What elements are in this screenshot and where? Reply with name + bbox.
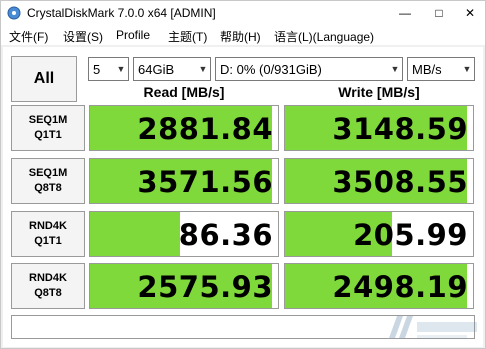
chevron-down-icon: ▼	[390, 64, 400, 74]
close-icon[interactable]: ✕	[453, 1, 486, 25]
test-size-select[interactable]: 64GiB ▼	[133, 57, 211, 81]
write-value: 3148.59	[332, 112, 468, 146]
test-count-select[interactable]: 5 ▼	[88, 57, 129, 81]
read-value: 2881.84	[137, 112, 273, 146]
read-value: 2575.93	[137, 270, 273, 304]
write-result-rnd4k-q1t1: 205.99	[284, 211, 474, 257]
read-result-seq1m-q1t1: 2881.84	[89, 105, 279, 151]
maximize-icon[interactable]: □	[422, 1, 456, 25]
menu-language[interactable]: 语言(L)(Language)	[274, 28, 374, 45]
test-label-line1: RND4K	[29, 220, 67, 232]
test-label-line2: Q8T8	[34, 182, 62, 194]
write-result-seq1m-q1t1: 3148.59	[284, 105, 474, 151]
chevron-down-icon: ▼	[198, 64, 208, 74]
test-label-line1: SEQ1M	[28, 167, 68, 179]
test-button-seq1m-q8t8[interactable]: SEQ1M Q8T8	[11, 158, 85, 204]
drive-value: D: 0% (0/931GiB)	[220, 61, 322, 77]
test-button-seq1m-q1t1[interactable]: SEQ1M Q1T1	[11, 105, 85, 151]
read-column-header: Read [MB/s]	[143, 84, 225, 100]
read-result-seq1m-q8t8: 3571.56	[89, 158, 279, 204]
read-result-rnd4k-q1t1: 86.36	[89, 211, 279, 257]
write-result-rnd4k-q8t8: 2498.19	[284, 263, 474, 309]
test-label-line2: Q8T8	[34, 287, 62, 299]
unit-value: MB/s	[412, 61, 442, 77]
menu-profile[interactable]: Profile	[116, 28, 150, 42]
unit-select[interactable]: MB/s ▼	[407, 57, 475, 81]
test-label-line1: RND4K	[29, 272, 67, 284]
read-value: 3571.56	[137, 165, 273, 199]
run-all-button[interactable]: All	[11, 56, 77, 102]
title-bar[interactable]: CrystalDiskMark 7.0.0 x64 [ADMIN] — □ ✕	[1, 1, 485, 25]
write-result-seq1m-q8t8: 3508.55	[284, 158, 474, 204]
write-value: 2498.19	[332, 270, 468, 304]
read-result-rnd4k-q8t8: 2575.93	[89, 263, 279, 309]
app-icon	[7, 6, 21, 20]
menu-help[interactable]: 帮助(H)	[220, 28, 261, 45]
test-count-value: 5	[93, 61, 101, 77]
test-button-rnd4k-q1t1[interactable]: RND4K Q1T1	[11, 211, 85, 257]
menu-bar: 文件(F) 设置(S) Profile 主题(T) 帮助(H) 语言(L)(La…	[1, 25, 485, 45]
test-label-line2: Q1T1	[34, 129, 62, 141]
chevron-down-icon: ▼	[116, 64, 126, 74]
window-title: CrystalDiskMark 7.0.0 x64 [ADMIN]	[27, 6, 216, 20]
menu-theme[interactable]: 主题(T)	[168, 28, 207, 45]
write-value: 205.99	[353, 218, 468, 252]
chevron-down-icon: ▼	[462, 64, 472, 74]
drive-select[interactable]: D: 0% (0/931GiB) ▼	[215, 57, 403, 81]
menu-settings[interactable]: 设置(S)	[63, 28, 103, 45]
menu-file[interactable]: 文件(F)	[9, 28, 48, 45]
test-size-value: 64GiB	[138, 61, 175, 77]
write-column-header: Write [MB/s]	[338, 84, 420, 100]
test-label-line2: Q1T1	[34, 235, 62, 247]
app-window: CrystalDiskMark 7.0.0 x64 [ADMIN] — □ ✕ …	[0, 0, 486, 349]
test-button-rnd4k-q8t8[interactable]: RND4K Q8T8	[11, 263, 85, 309]
test-label-line1: SEQ1M	[28, 114, 68, 126]
read-value: 86.36	[178, 218, 273, 252]
watermark-logo	[389, 316, 477, 339]
write-value: 3508.55	[332, 165, 468, 199]
minimize-icon[interactable]: —	[388, 1, 422, 25]
read-bar	[90, 212, 181, 256]
